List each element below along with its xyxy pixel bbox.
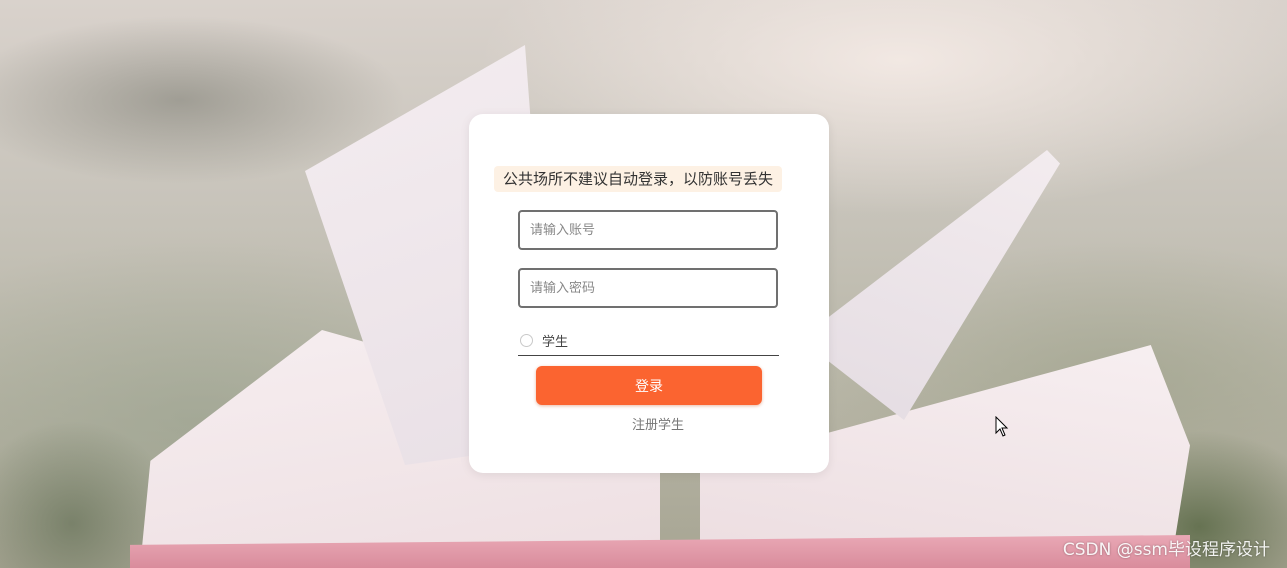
watermark: CSDN @ssm毕设程序设计 xyxy=(1062,540,1270,560)
login-card: 公共场所不建议自动登录，以防账号丢失 学生 登录 注册学生 xyxy=(469,114,829,473)
auto-login-notice: 公共场所不建议自动登录，以防账号丢失 xyxy=(494,166,783,192)
mouse-cursor-icon xyxy=(995,416,1009,437)
role-radio-student[interactable] xyxy=(520,334,533,347)
role-selector: 学生 xyxy=(518,326,779,356)
password-input[interactable] xyxy=(518,268,778,308)
login-button[interactable]: 登录 xyxy=(536,366,762,405)
username-input[interactable] xyxy=(518,210,778,250)
register-student-link[interactable]: 注册学生 xyxy=(469,414,847,433)
book-page-right-upper xyxy=(800,150,1060,420)
role-label-student: 学生 xyxy=(542,335,569,350)
